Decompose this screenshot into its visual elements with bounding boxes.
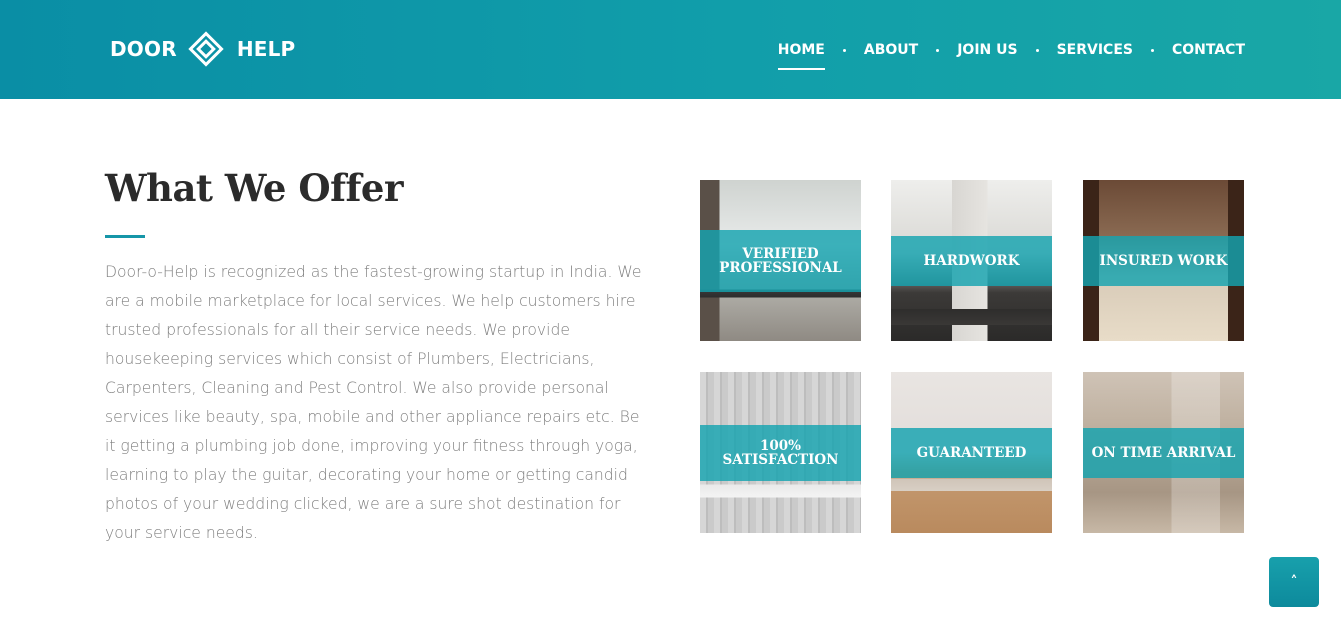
- brand-left-text: DOOR: [110, 37, 177, 61]
- tile-label: ON TIME ARRIVAL: [1083, 427, 1244, 478]
- chevron-up-icon: ˄: [1290, 574, 1298, 590]
- offer-tile-hardwork[interactable]: HARDWORK: [891, 180, 1052, 341]
- tile-label: 100% SATISFACTION: [700, 424, 861, 481]
- section-description: Door-o-Help is recognized as the fastest…: [105, 263, 642, 542]
- scroll-to-top-button[interactable]: ˄: [1269, 557, 1319, 607]
- tile-label: INSURED WORK: [1083, 235, 1244, 286]
- nav-home[interactable]: HOME: [777, 38, 826, 70]
- offer-tile-on-time-arrival[interactable]: ON TIME ARRIVAL: [1083, 372, 1244, 533]
- tile-label: HARDWORK: [891, 235, 1052, 286]
- offer-tile-verified-professional[interactable]: VERIFIED PROFESSIONAL: [700, 180, 861, 341]
- nav-about[interactable]: ABOUT: [864, 38, 918, 70]
- site-header: DOOR HELP HOME ABOUT JOIN US SERVICES CO…: [0, 0, 1341, 99]
- nav-join-us[interactable]: JOIN US: [957, 38, 1017, 70]
- title-underline: [105, 235, 145, 238]
- nav-services[interactable]: SERVICES: [1057, 38, 1133, 70]
- nav-separator: [1150, 48, 1154, 52]
- offer-tile-guaranteed[interactable]: GUARANTEED: [891, 372, 1052, 533]
- offer-tile-insured-work[interactable]: INSURED WORK: [1083, 180, 1244, 341]
- nav-contact[interactable]: CONTACT: [1172, 38, 1245, 70]
- tile-label: VERIFIED PROFESSIONAL: [700, 229, 861, 292]
- nav-separator: [1035, 48, 1039, 52]
- nav-separator: [936, 48, 940, 52]
- nav-separator: [842, 48, 846, 52]
- section-title: What We Offer: [105, 166, 403, 210]
- brand-logo[interactable]: DOOR HELP: [110, 28, 295, 70]
- offer-tile-satisfaction[interactable]: 100% SATISFACTION: [700, 372, 861, 533]
- main-nav: HOME ABOUT JOIN US SERVICES CONTACT: [777, 38, 1245, 70]
- diamond-logo-icon: [188, 31, 224, 67]
- brand-right-text: HELP: [236, 37, 296, 61]
- tile-label: GUARANTEED: [891, 427, 1052, 478]
